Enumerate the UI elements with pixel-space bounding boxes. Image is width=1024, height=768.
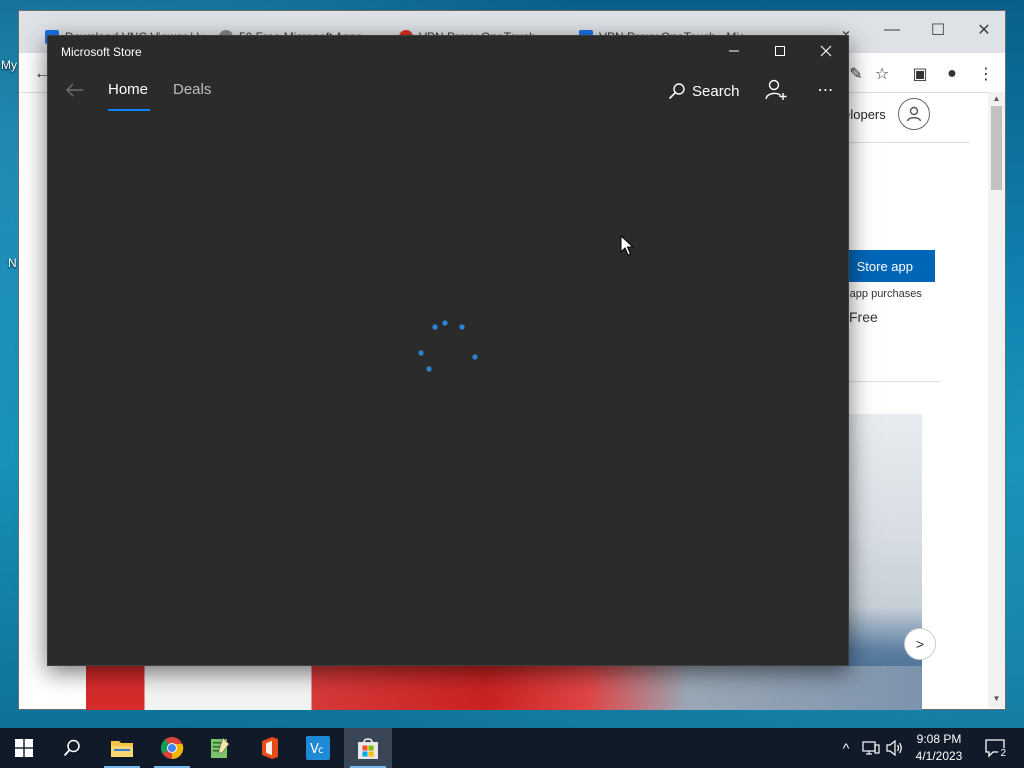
price-text: Free [849,309,878,325]
volume-icon[interactable] [884,728,906,768]
windows-logo-icon [15,739,33,757]
office-taskbar-button[interactable] [246,728,294,768]
scrollbar-thumb[interactable] [991,106,1002,190]
carousel-next-icon[interactable]: > [904,628,936,660]
notepad-taskbar-button[interactable] [196,728,244,768]
account-avatar-icon[interactable] [897,98,930,130]
windows-taskbar: Vc ^ 9:08 PM 4/1/2023 2 [0,728,1024,768]
chrome-taskbar-button[interactable] [148,728,196,768]
chrome-icon [161,737,184,760]
desktop-icon-label-my[interactable]: My [1,58,17,72]
notification-count-badge: 2 [998,748,1008,759]
microsoft-store-taskbar-button[interactable] [344,728,392,768]
svg-text:c: c [318,745,324,756]
loading-spinner-icon [418,320,478,372]
notepad-icon [211,737,230,758]
shopping-bag-icon [358,738,378,759]
clock-time: 9:08 PM [916,732,962,746]
browser-maximize-button[interactable]: ☐ [915,15,961,45]
start-button[interactable] [0,728,48,768]
clock-date: 4/1/2023 [915,749,963,763]
desktop-icon-label-n[interactable]: N [8,256,17,270]
browser-minimize-button[interactable]: — [869,15,915,45]
vnc-icon: Vc [306,736,330,760]
search-icon [63,739,80,757]
office-icon [262,737,278,759]
file-explorer-taskbar-button[interactable] [98,728,146,768]
taskbar-search-button[interactable] [48,728,96,768]
screenshot-carousel-strip [86,666,922,710]
page-scrollbar[interactable]: ▲ ▼ [988,92,1005,708]
person-icon [906,106,921,122]
profile-icon[interactable]: ● [939,61,965,87]
show-hidden-icons-chevron-icon[interactable]: ^ [836,728,856,768]
browser-menu-icon[interactable]: ⋮ [973,61,999,87]
mouse-cursor-icon [620,235,634,256]
taskbar-clock[interactable]: 9:08 PM 4/1/2023 [908,731,970,765]
folder-icon [111,741,133,757]
side-panel-icon[interactable]: ▣ [907,61,933,87]
in-app-purchases-text: -app purchases [846,288,922,300]
action-center-button[interactable]: 2 [980,734,1010,762]
page-divider [830,142,970,143]
bookmark-star-icon[interactable]: ☆ [869,61,895,87]
microsoft-store-window[interactable]: Microsoft Store Home Deals Search ⋯ [47,35,849,666]
network-icon[interactable] [860,728,882,768]
scroll-up-arrow-icon[interactable]: ▲ [988,94,1005,106]
vnc-viewer-taskbar-button[interactable]: Vc [294,728,342,768]
browser-close-button[interactable]: ✕ [961,15,1007,45]
scroll-down-arrow-icon[interactable]: ▼ [988,694,1005,706]
